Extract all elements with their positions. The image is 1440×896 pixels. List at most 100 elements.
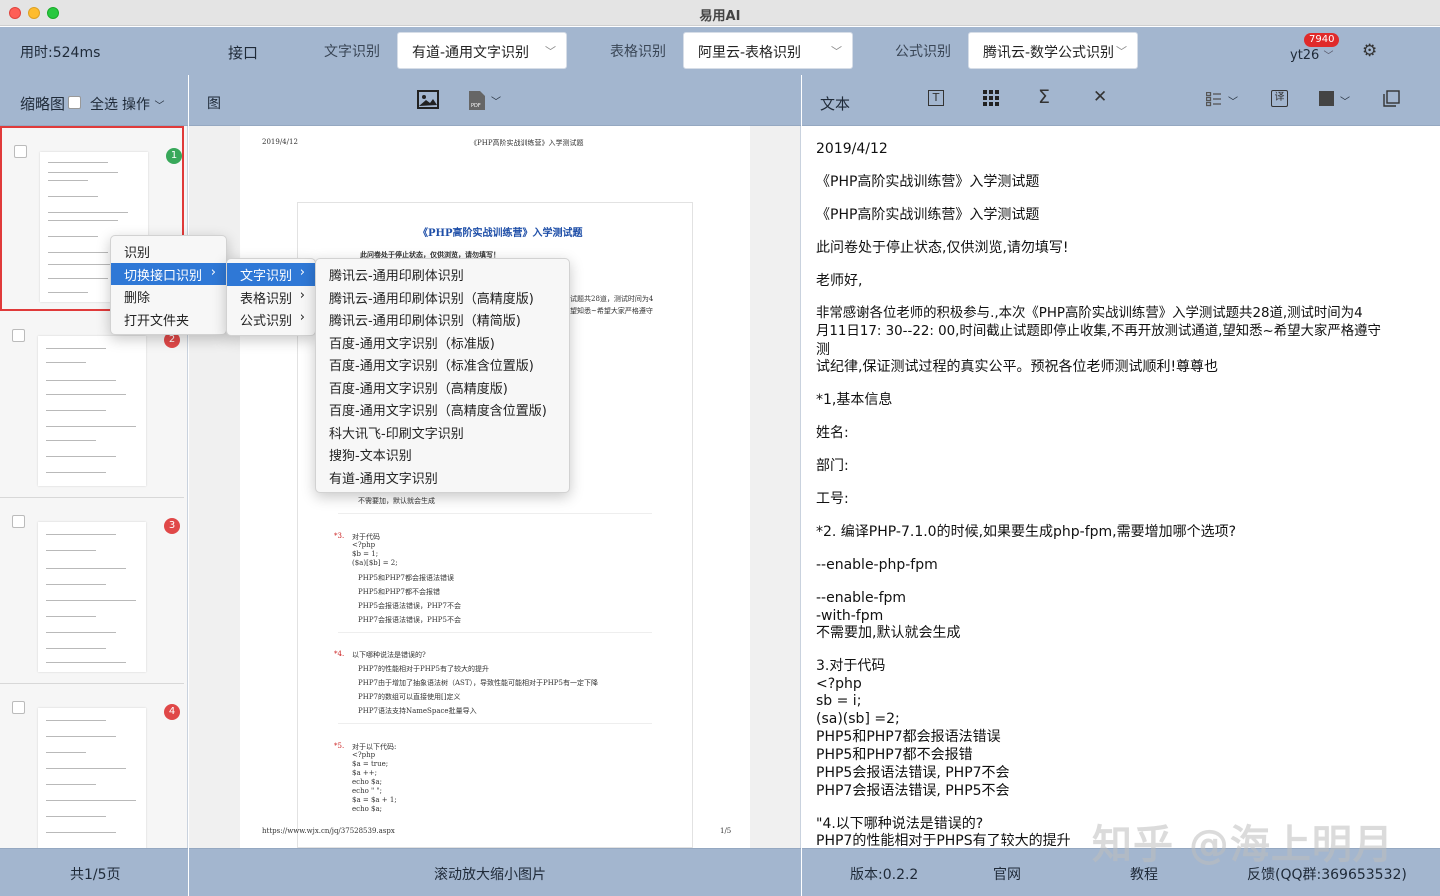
chevron-down-icon: ﹀: [154, 101, 165, 112]
pdf-icon[interactable]: PDF: [468, 90, 486, 111]
doc-option: PHP5和PHP7都会报语法错误: [358, 574, 454, 582]
chevron-down-icon[interactable]: ﹀: [1340, 93, 1350, 108]
result-line: -with-fpm: [816, 608, 884, 624]
required-mark: *3.: [334, 532, 345, 540]
table-grid-icon[interactable]: [983, 90, 999, 106]
translate-icon[interactable]: 译: [1271, 90, 1288, 107]
menu-item-switch-api[interactable]: 切换接口识别 ›: [111, 262, 226, 285]
formula-ocr-value: 腾讯云-数学公式识别: [983, 45, 1115, 61]
left-toolbar: 缩略图 全选 操作 ﹀: [0, 75, 188, 126]
submenu-ocr-type: 文字识别 › 表格识别 › 公式识别 ›: [226, 258, 316, 336]
select-all-checkbox[interactable]: [68, 96, 81, 109]
doc-header: 《PHP高阶实战训练营》入学测试题: [470, 139, 584, 147]
doc-fragment: 试题共28道，测试时间为4: [570, 295, 654, 303]
page-number-badge: 4: [164, 704, 180, 720]
result-line: 部门:: [816, 458, 849, 474]
copy-icon[interactable]: [1383, 90, 1400, 107]
sigma-icon[interactable]: Σ: [1038, 86, 1050, 108]
doc-option: PHP7由于增加了抽象语法树（AST），导致性能可能相对于PHP5有一定下降: [358, 679, 598, 687]
menu-item-label: 打开文件夹: [124, 313, 190, 329]
menu-item-label: 公式识别: [240, 314, 293, 329]
menu-item-recognize[interactable]: 识别: [111, 240, 226, 263]
doc-code: echo $a;: [352, 805, 382, 813]
result-line: 3.对于代码: [816, 658, 886, 674]
doc-code: $a = true;: [352, 760, 389, 768]
menu-item-delete[interactable]: 删除: [111, 285, 226, 308]
formula-ocr-select[interactable]: 腾讯云-数学公式识别 ﹀: [968, 32, 1138, 69]
image-label: 图: [207, 96, 221, 112]
result-line: 《PHP高阶实战训练营》入学测试题: [816, 207, 1040, 223]
doc-option: PHP7的数组可以直接使用[]定义: [358, 693, 461, 701]
table-ocr-value: 阿里云-表格识别: [698, 45, 802, 61]
engine-option[interactable]: 百度-通用文字识别（标准含位置版): [316, 353, 569, 376]
engine-option[interactable]: 搜狗-文本识别: [316, 443, 569, 466]
doc-option: PHP5和PHP7都不会报错: [358, 588, 440, 596]
thumbnail-checkbox[interactable]: [12, 515, 25, 528]
engine-option[interactable]: 腾讯云-通用印刷体识别: [316, 263, 569, 286]
zoom-hint: 滚动放大缩小图片: [434, 867, 546, 883]
page-number-badge: 1: [166, 148, 182, 164]
menu-item-text-ocr[interactable]: 文字识别 ›: [227, 263, 315, 286]
thumbnail-item[interactable]: 2: [0, 312, 184, 498]
menu-item-label: 切换接口识别: [124, 268, 203, 284]
engine-option[interactable]: 百度-通用文字识别（标准版): [316, 331, 569, 354]
user-menu[interactable]: yt26 ﹀: [1290, 47, 1333, 63]
website-link[interactable]: 官网: [993, 864, 1021, 884]
text-label: 文本: [820, 95, 851, 113]
engine-option[interactable]: 腾讯云-通用印刷体识别（精简版): [316, 308, 569, 331]
page-thumbnail: [38, 336, 146, 486]
bookmark-icon[interactable]: [1318, 90, 1335, 107]
text-ocr-label: 文字识别: [324, 44, 380, 60]
thumbnail-checkbox[interactable]: [12, 701, 25, 714]
engine-option[interactable]: 有道-通用文字识别: [316, 466, 569, 489]
thumbnail-item[interactable]: 4: [0, 684, 184, 848]
recognized-text-pane[interactable]: 2019/4/12 《PHP高阶实战训练营》入学测试题 《PHP高阶实战训练营》…: [802, 126, 1440, 848]
close-icon[interactable]: ✕: [1093, 87, 1107, 107]
page-thumbnail: [38, 522, 146, 672]
chevron-down-icon[interactable]: ﹀: [1228, 93, 1238, 108]
page-thumbnail: [38, 708, 146, 848]
doc-page-number: 1/5: [720, 827, 732, 835]
doc-option: PHP7的性能相对于PHP5有了较大的提升: [358, 665, 489, 673]
text-ocr-select[interactable]: 有道-通用文字识别 ﹀: [397, 32, 567, 69]
notification-badge: 7940: [1304, 33, 1340, 47]
result-line: *2. 编译PHP-7.1.0的时候,如果要生成php-fpm,需要增加哪个选项…: [816, 524, 1237, 540]
chevron-down-icon: ﹀: [1116, 45, 1127, 58]
result-line: "4.以下哪种说法是错误的?: [816, 816, 984, 832]
chevron-right-icon: ›: [299, 310, 305, 325]
window-title: 易用AI: [699, 9, 741, 24]
gear-icon[interactable]: ⚙: [1362, 41, 1377, 61]
result-line: PHP7会报语法错误, PHP5不会: [816, 783, 1010, 799]
required-mark: *4.: [334, 650, 345, 658]
result-line: 月11日17: 30--22: 00,时间截止试题即停止收集,不再开放测试通道,…: [816, 324, 1381, 339]
result-line: PHP5和PHP7都不会报错: [816, 747, 973, 763]
watermark: 知乎 @海上明月: [1092, 822, 1394, 868]
menu-item-label: 表格识别: [240, 291, 293, 307]
menu-item-formula-ocr[interactable]: 公式识别 ›: [227, 308, 315, 331]
engine-option[interactable]: 腾讯云-通用印刷体识别（高精度版): [316, 286, 569, 309]
thumbnail-checkbox[interactable]: [12, 329, 25, 342]
operations-dropdown[interactable]: 操作 ﹀: [122, 94, 164, 114]
image-toolbar: 图 PDF ﹀: [189, 75, 801, 126]
result-line: 2019/4/12: [816, 141, 888, 157]
menu-item-open-folder[interactable]: 打开文件夹: [111, 308, 226, 331]
doc-option: PHP7会报语法错误，PHP5不会: [358, 616, 461, 624]
text-format-icon[interactable]: T: [928, 90, 944, 106]
engine-option[interactable]: 百度-通用文字识别（高精度含位置版): [316, 398, 569, 421]
thumbnail-item[interactable]: 3: [0, 498, 184, 684]
result-line: PHP5会报语法错误, PHP7不会: [816, 765, 1010, 781]
engine-option[interactable]: 科大讯飞-印刷文字识别: [316, 421, 569, 444]
chevron-down-icon[interactable]: ﹀: [491, 93, 501, 108]
menu-item-table-ocr[interactable]: 表格识别 ›: [227, 286, 315, 309]
result-line: --enable-php-fpm: [816, 557, 938, 573]
engine-option[interactable]: 百度-通用文字识别（高精度版): [316, 376, 569, 399]
doc-code: echo $a;: [352, 778, 382, 786]
thumbnail-checkbox[interactable]: [14, 145, 27, 158]
app-window: 易用AI 用时:524ms 接口 文字识别 有道-通用文字识别 ﹀ 表格识别 阿里…: [0, 0, 1440, 896]
layout-list-icon[interactable]: [1206, 92, 1222, 107]
version-label: 版本:0.2.2: [850, 867, 919, 883]
result-line: 《PHP高阶实战训练营》入学测试题: [816, 174, 1040, 190]
doc-title: 《PHP高阶实战训练营》入学测试题: [418, 228, 583, 239]
image-icon[interactable]: [417, 90, 439, 109]
table-ocr-select[interactable]: 阿里云-表格识别 ﹀: [683, 32, 853, 69]
